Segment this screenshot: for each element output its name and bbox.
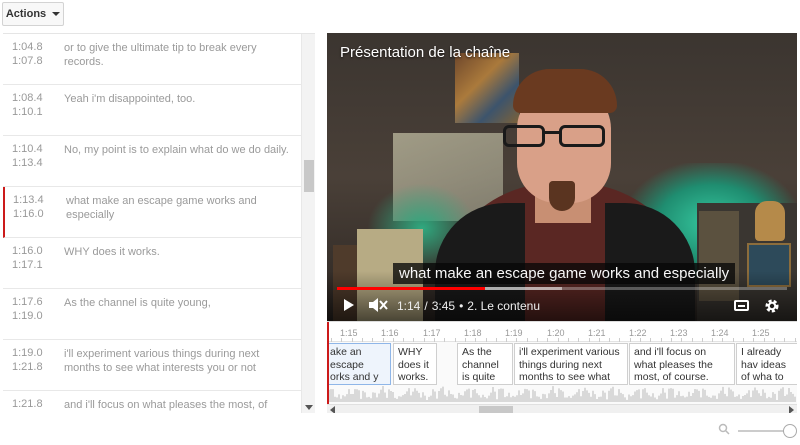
caption-timeline[interactable]: 1:15 1:16 1:17 1:18 1:19 1:20 1:21 1:22 … — [327, 321, 797, 413]
tick-label: 1:25 — [752, 328, 770, 338]
scroll-left-arrow-icon[interactable] — [330, 406, 335, 413]
caption-text[interactable]: As the channel is quite young, — [64, 296, 289, 310]
timeline-caption-block[interactable]: I already hav ideas of wha to show you — [736, 343, 797, 385]
tick-label: 1:22 — [629, 328, 647, 338]
caption-row[interactable]: 1:21.8 and i'll focus on what pleases th… — [3, 391, 301, 413]
gear-icon[interactable] — [764, 298, 780, 314]
caption-list: 1:04.8 1:07.8 or to give the ultimate ti… — [3, 33, 315, 413]
zoom-slider-handle[interactable] — [783, 424, 797, 438]
caption-text[interactable]: and i'll focus on what pleases the most,… — [64, 398, 289, 412]
current-time: 1:14 — [397, 299, 421, 313]
caption-end-time: 1:13.4 — [12, 157, 43, 169]
caption-start-time: 1:21.8 — [12, 398, 43, 410]
caption-row-active[interactable]: 1:13.4 1:16.0 what make an escape game w… — [3, 187, 301, 238]
caption-end-time: 1:10.1 — [12, 106, 43, 118]
tick-label: 1:16 — [381, 328, 399, 338]
timeline-caption-block[interactable]: and i'll focus on what pleases the most,… — [629, 343, 735, 385]
duration: 3:45 — [431, 299, 456, 313]
tick-label: 1:17 — [423, 328, 441, 338]
caption-row[interactable]: 1:17.6 1:19.0 As the channel is quite yo… — [3, 289, 301, 340]
tick-label: 1:21 — [588, 328, 606, 338]
timeline-caption-block[interactable]: As the channel is quite — [457, 343, 513, 385]
timeline-caption-block[interactable]: WHY does it works. — [393, 343, 437, 385]
caption-list-scrollbar[interactable] — [301, 34, 315, 413]
caption-start-time: 1:04.8 — [12, 41, 43, 53]
actions-label: Actions — [5, 8, 47, 20]
chapter-label[interactable]: 2. Le contenu — [467, 299, 540, 313]
caption-start-time: 1:13.4 — [13, 194, 44, 206]
timeline-caption-block[interactable]: i'll experiment various things during ne… — [514, 343, 628, 385]
caption-end-time: 1:21.8 — [12, 361, 43, 373]
caption-row[interactable]: 1:16.0 1:17.1 WHY does it works. — [3, 238, 301, 289]
caption-text[interactable]: No, my point is to explain what do we do… — [64, 143, 289, 157]
scrollbar-thumb[interactable] — [304, 160, 314, 192]
caption-rows: 1:04.8 1:07.8 or to give the ultimate ti… — [3, 34, 301, 413]
caption-text[interactable]: or to give the ultimate tip to break eve… — [64, 41, 289, 69]
scrollbar-thumb[interactable] — [479, 406, 513, 413]
zoom-icon — [718, 423, 730, 435]
caption-end-time: 1:16.0 — [13, 208, 44, 220]
caption-start-time: 1:19.0 — [12, 347, 43, 359]
time-display: 1:14/3:45 • 2. Le contenu — [397, 299, 540, 313]
tick-label: 1:18 — [464, 328, 482, 338]
video-title: Présentation de la chaîne — [340, 44, 511, 61]
caption-row[interactable]: 1:19.0 1:21.8 i'll experiment various th… — [3, 340, 301, 391]
caption-text[interactable]: i'll experiment various things during ne… — [64, 347, 289, 375]
tick-label: 1:24 — [711, 328, 729, 338]
caption-text[interactable]: what make an escape game works and espec… — [66, 194, 291, 222]
scroll-down-arrow-icon[interactable] — [305, 405, 313, 410]
chevron-down-icon — [52, 12, 61, 16]
timeline-scrollbar[interactable] — [327, 404, 797, 413]
timeline-ruler[interactable]: 1:15 1:16 1:17 1:18 1:19 1:20 1:21 1:22 … — [327, 322, 797, 342]
progress-played — [337, 287, 486, 290]
tick-label: 1:20 — [547, 328, 565, 338]
video-player[interactable]: Présentation de la chaîne what make an e… — [327, 33, 797, 321]
caption-start-time: 1:10.4 — [12, 143, 43, 155]
caption-row[interactable]: 1:04.8 1:07.8 or to give the ultimate ti… — [3, 34, 301, 85]
subtitles-icon[interactable] — [734, 300, 749, 311]
mute-icon[interactable] — [368, 297, 388, 313]
actions-button[interactable]: Actions — [2, 2, 64, 26]
caption-text[interactable]: Yeah i'm disappointed, too. — [64, 92, 289, 106]
tick-label: 1:23 — [670, 328, 688, 338]
play-icon[interactable] — [344, 299, 354, 311]
caption-end-time: 1:17.1 — [12, 259, 43, 271]
audio-waveform — [327, 386, 796, 402]
caption-end-time: 1:19.0 — [12, 310, 43, 322]
tick-label: 1:15 — [340, 328, 358, 338]
scroll-right-arrow-icon[interactable] — [789, 406, 794, 413]
timeline-caption-block-active[interactable]: ake an escape orks and y — [327, 343, 391, 385]
caption-text[interactable]: WHY does it works. — [64, 245, 289, 259]
caption-start-time: 1:17.6 — [12, 296, 43, 308]
caption-start-time: 1:16.0 — [12, 245, 43, 257]
timeline-playhead[interactable] — [327, 322, 329, 410]
caption-row[interactable]: 1:10.4 1:13.4 No, my point is to explain… — [3, 136, 301, 187]
tick-label: 1:19 — [505, 328, 523, 338]
caption-start-time: 1:08.4 — [12, 92, 43, 104]
caption-row[interactable]: 1:08.4 1:10.1 Yeah i'm disappointed, too… — [3, 85, 301, 136]
progress-bar[interactable] — [337, 287, 787, 290]
caption-end-time: 1:07.8 — [12, 55, 43, 67]
